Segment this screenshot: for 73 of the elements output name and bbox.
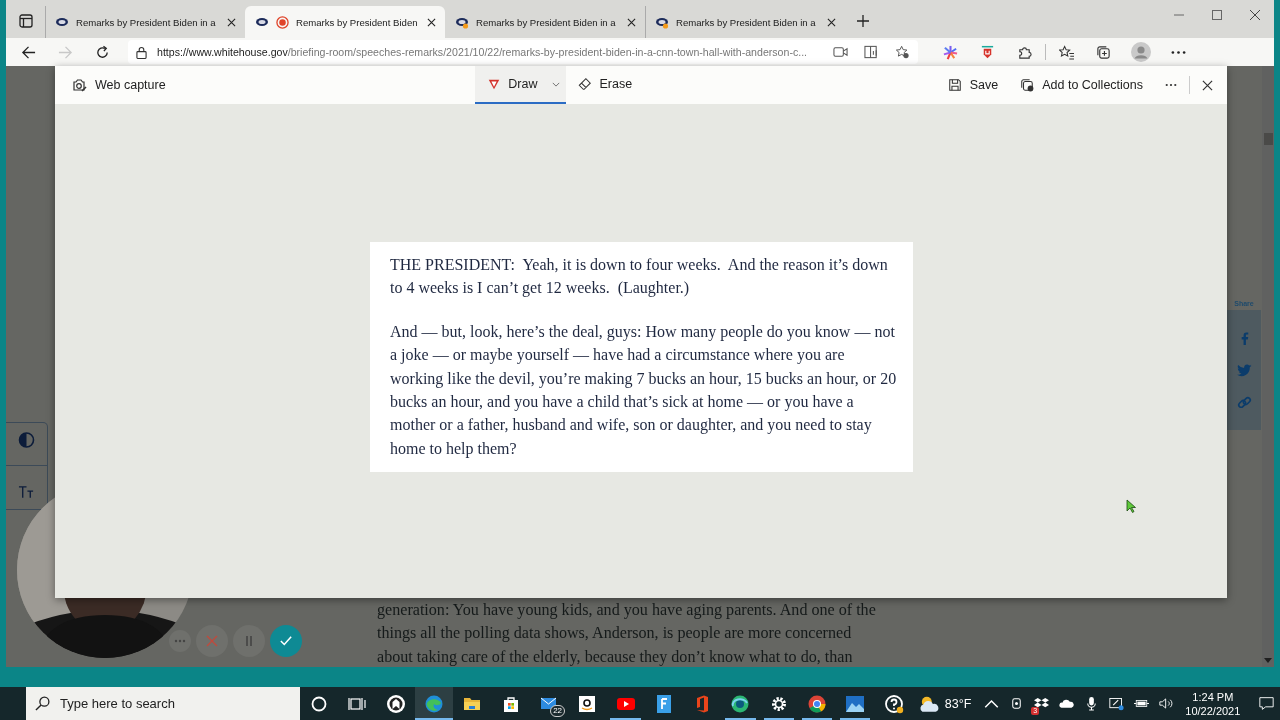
notifications-icon[interactable] (1259, 696, 1275, 711)
text-size-icon[interactable] (18, 484, 35, 501)
back-icon[interactable] (21, 44, 36, 60)
new-tab-icon[interactable] (857, 15, 869, 27)
close-icon[interactable] (1202, 79, 1213, 91)
browser-tab[interactable]: Remarks by President Biden (245, 6, 445, 38)
save-button[interactable]: Save (947, 78, 999, 92)
browser-tab[interactable]: Remarks by President Biden in a (445, 6, 645, 38)
site-icon (255, 15, 269, 29)
photos-icon (845, 693, 866, 714)
close-icon[interactable] (1250, 10, 1260, 20)
pause-icon (243, 635, 255, 647)
toolbar-title: Web capture (95, 78, 166, 92)
scroll-thumb[interactable] (1263, 133, 1273, 145)
address-field[interactable]: https://www.whitehouse.gov/briefing-room/speeches-remarks/2021/10/22/remarks-by-president-biden-in-a-cnn-town-hall-with-anderson-c... (128, 40, 918, 64)
collections-icon (1020, 78, 1035, 92)
search-icon (35, 696, 50, 711)
clock[interactable]: 1:24 PM 10/22/2021 (1185, 689, 1241, 718)
close-icon[interactable] (827, 17, 836, 27)
lock-icon (136, 45, 147, 59)
close-icon (206, 635, 218, 647)
site-icon (55, 15, 69, 29)
refresh-icon[interactable] (95, 44, 110, 60)
site-icon (655, 15, 669, 29)
article-text: things all the polling data shows, Anderson, is people are more concerned (377, 623, 853, 644)
close-icon[interactable] (427, 17, 436, 27)
done-button[interactable] (270, 625, 302, 657)
excerpt-paragraph: THE PRESIDENT: Yeah, it is down to four weeks. And the reason it’s down to 4 weeks is I can’t get 12 weeks. (Laughter.) (390, 255, 889, 299)
smile-logo-icon (577, 693, 598, 714)
taskbar-button[interactable]: 22 (529, 687, 569, 720)
close-icon[interactable] (227, 17, 236, 27)
excerpt-paragraph: And — but, look, here’s the deal, guys: How many people do you know — not a joke — or maybe yourself — have had a circumstance where you are working like the devil, you’re making 7 bucks an hour, 15 bucks an hour, or 20 bucks an hour, and you have a child that’s sick at home — or you have a mother or a father, husband and wife, son or daughter, and you need to stay home to help them? (390, 321, 898, 460)
favorites-icon[interactable] (1059, 44, 1074, 60)
shield-icon[interactable] (980, 44, 995, 60)
puzzle-icon[interactable] (1017, 44, 1032, 60)
maximize-icon[interactable] (1212, 10, 1222, 20)
tab-actions-icon[interactable] (19, 14, 33, 28)
close-icon[interactable] (627, 17, 636, 27)
capture-icon (71, 77, 87, 93)
reader-icon[interactable] (864, 45, 879, 59)
scrollbar[interactable] (1262, 66, 1274, 667)
speaker-icon[interactable] (1159, 696, 1175, 711)
eraser-icon (578, 77, 593, 91)
video-camera-icon[interactable] (833, 45, 848, 59)
more-icon[interactable] (1165, 83, 1177, 87)
contrast-icon[interactable] (18, 431, 35, 448)
site-icon (455, 15, 469, 29)
collections-icon[interactable] (1096, 44, 1111, 60)
article-text: about taking care of the elderly, because they don’t know what to do, than (377, 646, 854, 668)
scroll-down-icon[interactable] (1264, 658, 1272, 663)
checkmark-icon (280, 635, 292, 647)
clock-date: 10/22/2021 (1185, 703, 1241, 718)
favorite-add-icon[interactable] (895, 45, 910, 59)
erase-button[interactable]: Erase (566, 66, 639, 104)
profile-icon[interactable] (1131, 42, 1151, 62)
article-text: generation: You have young kids, and you have aging parents. And one of the (377, 600, 877, 621)
browser-icon (807, 693, 827, 714)
chevron-down-icon (552, 81, 561, 87)
house-icon (385, 693, 406, 714)
help-icon (883, 693, 904, 714)
collections-button[interactable]: Add to Collections (1020, 78, 1143, 92)
taskbar-button[interactable] (414, 687, 454, 720)
temperature[interactable]: 83°F (944, 696, 972, 711)
cursor-icon (1126, 499, 1136, 513)
draw-button[interactable]: Draw (475, 66, 567, 104)
browser-icon (424, 693, 445, 714)
pen-tip-icon (487, 77, 502, 91)
browser-icon (730, 693, 751, 714)
pen-icon[interactable] (1109, 696, 1125, 711)
extension-icon[interactable] (943, 44, 958, 60)
save-icon (947, 78, 962, 92)
count-badge: 22 (550, 705, 566, 717)
clock-time: 1:24 PM (1192, 689, 1234, 704)
